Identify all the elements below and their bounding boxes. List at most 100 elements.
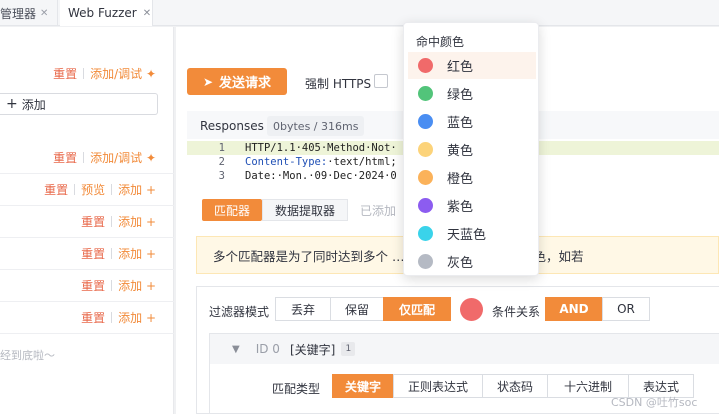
plus-icon: + — [6, 96, 18, 112]
reset-button[interactable]: 重置 — [53, 149, 77, 166]
close-icon[interactable]: ✕ — [40, 8, 48, 19]
matcher-count-badge: 1 — [341, 342, 356, 356]
end-of-list-text: 经到底啦～ — [0, 349, 55, 362]
color-label: 天蓝色 — [447, 228, 487, 243]
reset-button[interactable]: 重置 — [44, 181, 68, 198]
add-button[interactable]: 添加 + — [118, 277, 156, 294]
color-option-green[interactable]: 绿色 — [408, 80, 536, 107]
gear-icon: ✦ — [142, 66, 156, 81]
divider — [111, 216, 113, 227]
color-swatch — [418, 142, 433, 157]
color-label: 蓝色 — [447, 116, 474, 131]
header-key: Content-Type: — [245, 156, 328, 168]
divider — [83, 152, 85, 163]
param-row: 重置 添加 + — [0, 302, 174, 334]
dropdown-title: 命中颜色 — [416, 35, 465, 49]
condition-and[interactable]: AND — [545, 297, 603, 321]
add-debug-label: 添加/调试 — [90, 151, 143, 165]
line-number: 1 — [218, 142, 225, 154]
add-param-label: 添加 — [21, 97, 46, 112]
add-debug-button[interactable]: 添加/调试 ✦ — [90, 149, 156, 166]
reset-button[interactable]: 重置 — [81, 245, 105, 262]
plus-icon: + — [142, 247, 156, 261]
color-label: 橙色 — [447, 172, 474, 187]
add-button[interactable]: 添加 + — [118, 213, 156, 230]
color-swatch — [418, 254, 433, 269]
filter-mode-only-match[interactable]: 仅匹配 — [383, 297, 451, 321]
tab-matcher[interactable]: 匹配器 — [202, 199, 263, 221]
condition-or[interactable]: OR — [602, 297, 650, 321]
plus-icon: + — [142, 311, 156, 325]
match-type-keyword[interactable]: 关键字 — [332, 374, 394, 398]
color-option-yellow[interactable]: 黄色 — [408, 136, 536, 163]
plus-icon: + — [142, 215, 156, 229]
color-picker-button[interactable] — [460, 298, 483, 321]
color-swatch — [418, 86, 433, 101]
tab-extractor[interactable]: 数据提取器 — [262, 199, 349, 221]
divider — [74, 184, 76, 195]
added-label: 已添加 — [360, 203, 397, 218]
reset-button[interactable]: 重置 — [81, 277, 105, 294]
add-label: 添加 — [118, 183, 143, 197]
color-swatch — [418, 58, 433, 73]
add-debug-button[interactable]: 添加/调试 ✦ — [90, 65, 156, 82]
add-label: 添加 — [118, 279, 143, 293]
matcher-header[interactable]: ▼ ID 0 [关键字] 1 — [210, 334, 719, 364]
tab-bar: 管理器 ✕ Web Fuzzer ✕ — [0, 0, 719, 26]
add-label: 添加 — [118, 311, 143, 325]
color-option-sky-blue[interactable]: 天蓝色 — [408, 220, 536, 247]
matcher-kind: [关键字] — [289, 342, 336, 357]
color-option-orange[interactable]: 橙色 — [408, 164, 536, 191]
add-label: 添加 — [118, 215, 143, 229]
color-label: 灰色 — [447, 256, 474, 271]
add-param-button[interactable]: + 添加 — [0, 93, 158, 115]
match-type-status-code[interactable]: 状态码 — [482, 374, 548, 398]
filter-mode-keep[interactable]: 保留 — [330, 297, 384, 321]
color-swatch — [418, 226, 433, 241]
filter-mode-discard[interactable]: 丢弃 — [275, 297, 331, 321]
watermark: CSDN @吐竹soc — [611, 396, 698, 409]
color-option-purple[interactable]: 紫色 — [408, 192, 536, 219]
color-swatch — [418, 170, 433, 185]
divider — [111, 184, 113, 195]
send-request-button[interactable]: ➤ 发送请求 — [187, 68, 287, 95]
tab-manager[interactable]: 管理器 ✕ — [0, 0, 58, 26]
condition-label: 条件关系 — [492, 305, 541, 319]
tab-web-fuzzer[interactable]: Web Fuzzer ✕ — [60, 0, 153, 26]
divider — [111, 280, 113, 291]
add-button[interactable]: 添加 + — [118, 309, 156, 326]
reset-button[interactable]: 重置 — [81, 213, 105, 230]
tab-label: 管理器 — [0, 6, 37, 21]
add-button[interactable]: 添加 + — [118, 245, 156, 262]
hit-color-dropdown: 命中颜色 红色 绿色 蓝色 黄色 橙色 紫色 天蓝色 灰色 — [403, 22, 539, 276]
code-text: Date:·Mon,·09·Dec·2024·0 — [245, 170, 397, 179]
divider — [111, 248, 113, 259]
color-label: 紫色 — [447, 200, 474, 215]
color-option-gray[interactable]: 灰色 — [408, 248, 536, 275]
reset-button[interactable]: 重置 — [53, 65, 77, 82]
reset-button[interactable]: 重置 — [81, 309, 105, 326]
preview-button[interactable]: 预览 — [81, 181, 105, 198]
color-label: 黄色 — [447, 144, 474, 159]
responses-size-badge: 0bytes / 316ms — [267, 116, 365, 136]
add-button[interactable]: 添加 + — [118, 181, 156, 198]
color-option-blue[interactable]: 蓝色 — [408, 108, 536, 135]
code-text: HTTP/1.1·405·Method·Not· — [245, 142, 397, 154]
match-type-label: 匹配类型 — [272, 382, 321, 396]
chevron-down-icon[interactable]: ▼ — [232, 344, 240, 355]
close-icon[interactable]: ✕ — [143, 8, 151, 19]
match-type-regex[interactable]: 正则表达式 — [393, 374, 483, 398]
param-row: 重置 添加 + — [0, 238, 174, 270]
responses-label: Responses — [200, 119, 264, 133]
left-panel: 重置 添加/调试 ✦ + 添加 重置 添加/调试 ✦ 重置 预览 添加 + 重置… — [0, 27, 174, 414]
color-label: 绿色 — [447, 88, 474, 103]
force-https-checkbox[interactable] — [374, 74, 388, 88]
line-number: 3 — [218, 170, 225, 179]
param-row: 重置 添加 + — [0, 270, 174, 302]
tab-label: Web Fuzzer — [68, 6, 137, 20]
color-option-red[interactable]: 红色 — [408, 52, 536, 79]
param-row: 重置 添加 + — [0, 206, 174, 238]
color-label: 红色 — [447, 60, 474, 75]
color-swatch — [418, 198, 433, 213]
param-row: 重置 添加/调试 ✦ — [0, 142, 174, 174]
